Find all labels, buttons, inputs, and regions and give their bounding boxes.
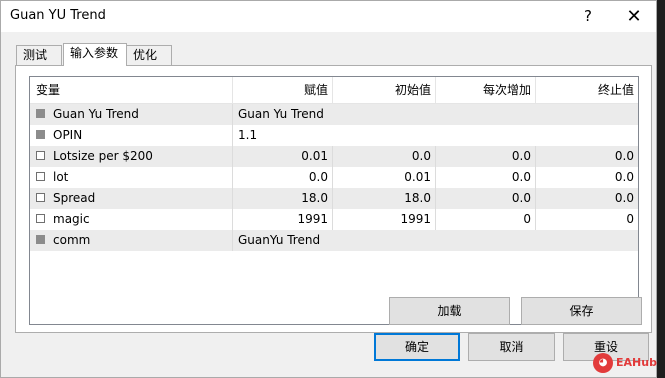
inputs-panel: 变量 赋值 初始值 每次增加 终止值 Guan Yu Trend Guan Yu…: [15, 65, 652, 333]
param-name: Lotsize per $200: [53, 149, 153, 163]
param-value-cell[interactable]: Guan Yu Trend: [233, 104, 638, 125]
table-row[interactable]: lot 0.0 0.01 0.0 0.0: [30, 167, 638, 188]
column-header-stop[interactable]: 终止值: [536, 77, 638, 103]
param-name: Guan Yu Trend: [53, 107, 139, 121]
optimize-checkbox[interactable]: [36, 193, 45, 202]
expert-properties-dialog: Guan YU Trend ? ✕ 测试 输入参数 优化 变量 赋值 初始值 每…: [0, 0, 657, 378]
param-start-cell[interactable]: 1991: [333, 209, 436, 230]
eahub-logo-icon: ◕: [593, 353, 613, 373]
table-row[interactable]: OPIN 1.1: [30, 125, 638, 146]
param-name-cell[interactable]: lot: [30, 167, 233, 188]
column-header-value[interactable]: 赋值: [233, 77, 333, 103]
column-header-start[interactable]: 初始值: [333, 77, 436, 103]
optimize-checkbox[interactable]: [36, 130, 45, 139]
param-name: lot: [53, 170, 69, 184]
param-step-cell[interactable]: 0.0: [436, 146, 536, 167]
load-button[interactable]: 加载: [389, 297, 510, 325]
param-stop-cell[interactable]: 0.0: [536, 188, 638, 209]
table-row[interactable]: Guan Yu Trend Guan Yu Trend: [30, 104, 638, 125]
param-start-cell[interactable]: 0.01: [333, 167, 436, 188]
table-row[interactable]: Lotsize per $200 0.01 0.0 0.0 0.0: [30, 146, 638, 167]
param-name-cell[interactable]: Lotsize per $200: [30, 146, 233, 167]
save-button[interactable]: 保存: [521, 297, 642, 325]
param-value-cell[interactable]: 1991: [233, 209, 333, 230]
param-step-cell[interactable]: 0: [436, 209, 536, 230]
ok-button[interactable]: 确定: [374, 333, 460, 361]
param-name-cell[interactable]: Spread: [30, 188, 233, 209]
close-button[interactable]: ✕: [611, 1, 657, 32]
param-start-cell[interactable]: 18.0: [333, 188, 436, 209]
param-name: OPIN: [53, 128, 83, 142]
param-stop-cell[interactable]: 0: [536, 209, 638, 230]
param-name-cell[interactable]: magic: [30, 209, 233, 230]
param-name: magic: [53, 212, 90, 226]
tab-optimization[interactable]: 优化: [126, 45, 172, 65]
background-strip: [657, 0, 665, 378]
window-title: Guan YU Trend: [10, 8, 106, 23]
param-name: Spread: [53, 191, 96, 205]
param-name-cell[interactable]: comm: [30, 230, 233, 251]
tab-inputs[interactable]: 输入参数: [63, 43, 127, 66]
param-name-cell[interactable]: OPIN: [30, 125, 233, 146]
help-button[interactable]: ?: [565, 1, 611, 32]
optimize-checkbox[interactable]: [36, 151, 45, 160]
grid-header: 变量 赋值 初始值 每次增加 终止值: [30, 77, 638, 104]
tab-testing[interactable]: 测试: [16, 45, 62, 65]
column-header-step[interactable]: 每次增加: [436, 77, 536, 103]
title-bar: Guan YU Trend ? ✕: [1, 1, 656, 32]
column-header-variable[interactable]: 变量: [30, 77, 233, 103]
table-row[interactable]: comm GuanYu Trend: [30, 230, 638, 251]
param-value-cell[interactable]: GuanYu Trend: [233, 230, 638, 251]
param-step-cell[interactable]: 0.0: [436, 167, 536, 188]
cancel-button[interactable]: 取消: [468, 333, 555, 361]
param-name-cell[interactable]: Guan Yu Trend: [30, 104, 233, 125]
param-start-cell[interactable]: 0.0: [333, 146, 436, 167]
param-value-cell[interactable]: 18.0: [233, 188, 333, 209]
param-stop-cell[interactable]: 0.0: [536, 167, 638, 188]
optimize-checkbox[interactable]: [36, 172, 45, 181]
param-value-cell[interactable]: 1.1: [233, 125, 638, 146]
param-stop-cell[interactable]: 0.0: [536, 146, 638, 167]
table-row[interactable]: magic 1991 1991 0 0: [30, 209, 638, 230]
parameters-grid: 变量 赋值 初始值 每次增加 终止值 Guan Yu Trend Guan Yu…: [29, 76, 639, 325]
optimize-checkbox[interactable]: [36, 214, 45, 223]
param-name: comm: [53, 233, 91, 247]
table-row[interactable]: Spread 18.0 18.0 0.0 0.0: [30, 188, 638, 209]
optimize-checkbox[interactable]: [36, 109, 45, 118]
param-value-cell[interactable]: 0.01: [233, 146, 333, 167]
watermark-text: EAHub: [616, 356, 657, 369]
param-step-cell[interactable]: 0.0: [436, 188, 536, 209]
optimize-checkbox[interactable]: [36, 235, 45, 244]
param-value-cell[interactable]: 0.0: [233, 167, 333, 188]
